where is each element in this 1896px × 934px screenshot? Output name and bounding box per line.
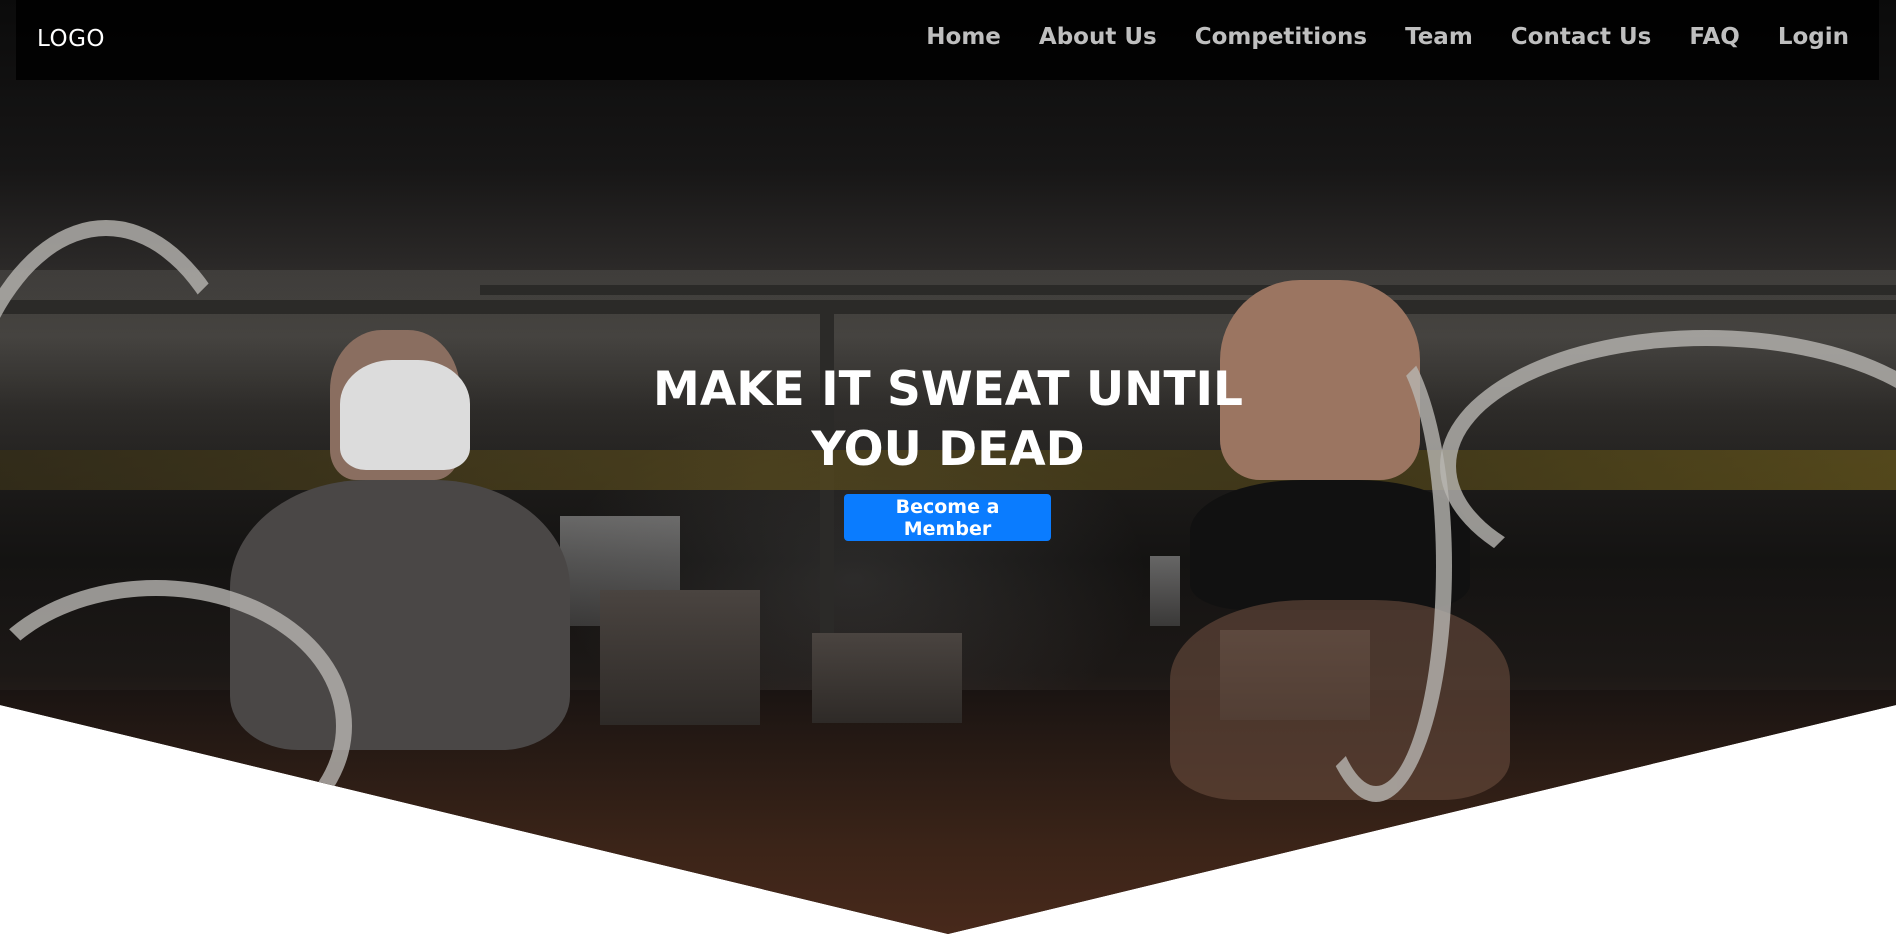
top-navbar: LOGO Home About Us Competitions Team Con…	[16, 0, 1879, 80]
nav-link-contact-us[interactable]: Contact Us	[1511, 24, 1652, 50]
nav-link-competitions[interactable]: Competitions	[1195, 24, 1367, 50]
lit-window	[1150, 556, 1180, 626]
ceiling-beam	[0, 300, 1896, 314]
plyo-box	[600, 590, 760, 725]
nav-link-home[interactable]: Home	[926, 24, 1001, 50]
battle-rope	[1300, 330, 1452, 802]
athlete-left-top	[340, 360, 470, 470]
site-logo[interactable]: LOGO	[37, 26, 105, 52]
nav-link-login[interactable]: Login	[1778, 24, 1849, 50]
nav-links: Home About Us Competitions Team Contact …	[926, 24, 1849, 50]
nav-link-about-us[interactable]: About Us	[1039, 24, 1157, 50]
hero-headline: MAKE IT SWEAT UNTIL YOU DEAD	[653, 362, 1243, 477]
ceiling-beam	[480, 285, 1896, 295]
plyo-box	[812, 633, 962, 723]
nav-link-faq[interactable]: FAQ	[1689, 24, 1739, 50]
nav-link-team[interactable]: Team	[1405, 24, 1473, 50]
become-member-button[interactable]: Become a Member	[844, 494, 1051, 541]
